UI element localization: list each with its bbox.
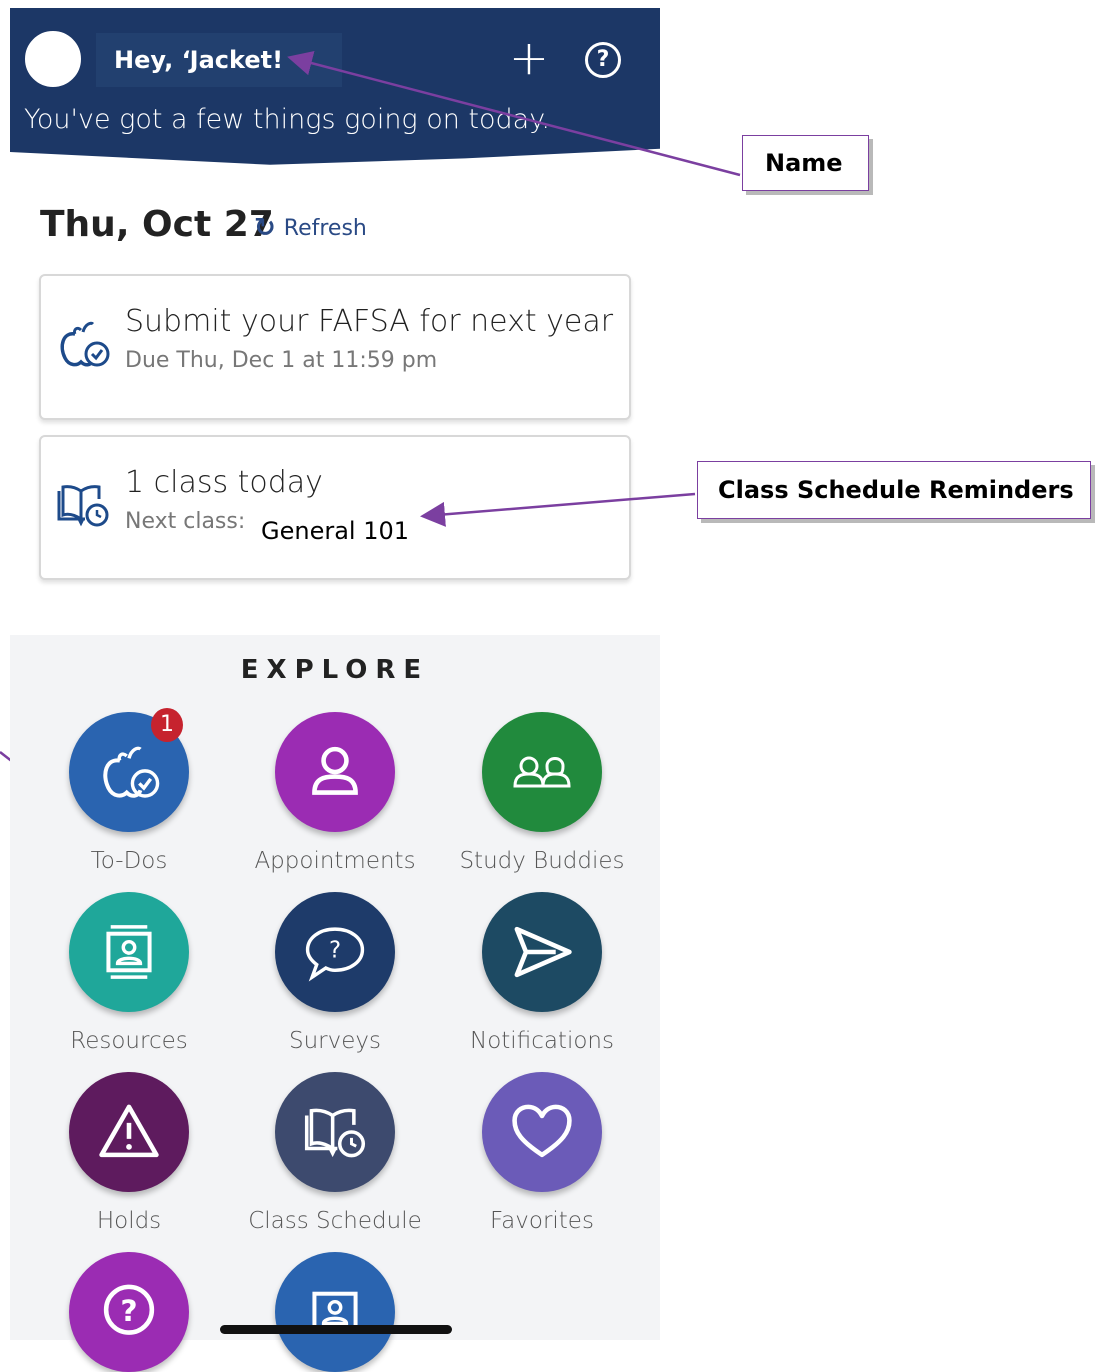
refresh-icon: ↻	[254, 213, 276, 243]
warning-icon	[99, 1104, 159, 1158]
tile-label: Favorites	[490, 1208, 594, 1234]
add-icon[interactable]: +	[506, 34, 552, 82]
notification-badge: 1	[151, 708, 183, 742]
tile-label: Appointments	[254, 848, 416, 874]
tile-label: To-Dos	[90, 848, 168, 874]
tile-label: Holds	[96, 1208, 162, 1234]
contact-card-icon	[106, 925, 152, 979]
annotation-class-schedule: Class Schedule Reminders	[697, 461, 1091, 519]
header-banner	[10, 8, 660, 165]
tile-circle: ?	[69, 1252, 189, 1372]
tile-contact[interactable]	[245, 1252, 425, 1372]
book-watch-icon	[304, 1108, 366, 1158]
explore-section: EXPLORE 1 To-Dos Appointments Study Budd…	[10, 635, 660, 1372]
svg-text:?: ?	[120, 1294, 137, 1329]
send-icon	[514, 926, 572, 978]
tile-circle: ?	[275, 892, 395, 1012]
question-icon: ?	[103, 1284, 155, 1335]
tile-circle	[275, 1072, 395, 1192]
tile-resources[interactable]: Resources	[39, 892, 219, 1054]
svg-text:?: ?	[329, 938, 341, 964]
tile-circle	[69, 1072, 189, 1192]
tile-notifications[interactable]: Notifications	[452, 892, 632, 1054]
avatar[interactable]	[24, 30, 82, 88]
tile-appointments[interactable]: Appointments	[245, 712, 425, 874]
card-title: 1 class today	[125, 465, 323, 500]
tile-favorites[interactable]: Favorites	[452, 1072, 632, 1234]
tile-study-buddies[interactable]: Study Buddies	[452, 712, 632, 874]
annotation-name: Name	[742, 135, 869, 191]
apple-check-icon	[60, 321, 110, 367]
person-icon	[312, 746, 358, 795]
tile-label: Class Schedule	[248, 1208, 422, 1234]
tile-class-schedule[interactable]: Class Schedule	[245, 1072, 425, 1234]
greeting-name: Hey, ‘Jacket!	[96, 33, 342, 87]
todo-card-fafsa[interactable]: Submit your FAFSA for next year Due Thu,…	[39, 274, 631, 420]
tile-circle	[69, 892, 189, 1012]
explore-title: EXPLORE	[240, 655, 430, 685]
tile-label: Study Buddies	[459, 848, 625, 874]
refresh-button[interactable]: ↻ Refresh	[254, 213, 367, 243]
contact-card-icon	[312, 1291, 358, 1333]
refresh-label: Refresh	[283, 215, 367, 241]
people-icon	[513, 756, 571, 788]
help-icon[interactable]: ?	[585, 42, 621, 78]
tile-circle	[482, 712, 602, 832]
heart-icon	[512, 1104, 572, 1158]
tile-circle: 1	[69, 708, 189, 832]
card-title: Submit your FAFSA for next year	[125, 304, 614, 339]
tile-circle	[482, 1072, 602, 1192]
tile-surveys[interactable]: ? Surveys	[245, 892, 425, 1054]
tile-circle	[482, 892, 602, 1012]
tile-holds[interactable]: Holds	[39, 1072, 219, 1234]
next-class-label: Next class:	[125, 509, 246, 534]
tile-help[interactable]: ?	[39, 1252, 219, 1372]
tile-label: Surveys	[289, 1028, 381, 1054]
tile-to-dos[interactable]: 1 To-Dos	[39, 708, 219, 874]
home-indicator[interactable]	[220, 1325, 452, 1334]
next-class-value: General 101	[261, 517, 410, 545]
tile-circle	[275, 1252, 395, 1372]
header-subtext: You've got a few things going on today.	[24, 104, 550, 135]
book-watch-icon	[57, 485, 109, 527]
class-card[interactable]: 1 class today Next class: General 101	[39, 435, 631, 580]
apple-check-icon	[103, 746, 160, 798]
tile-circle	[275, 712, 395, 832]
speech-question-icon: ?	[305, 927, 365, 982]
tile-label: Resources	[70, 1028, 188, 1054]
card-due-date: Due Thu, Dec 1 at 11:59 pm	[125, 348, 438, 373]
today-date: Thu, Oct 27	[40, 204, 274, 245]
tile-label: Notifications	[470, 1028, 614, 1054]
